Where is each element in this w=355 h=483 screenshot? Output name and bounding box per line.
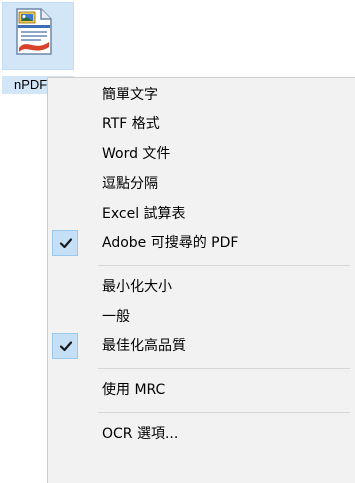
menu-item-searchable-pdf[interactable]: Adobe 可搜尋的 PDF — [50, 230, 354, 256]
menu-item-comma-separated[interactable]: 逗點分隔 — [50, 171, 354, 197]
menu-item-label: 最佳化高品質 — [102, 338, 186, 354]
menu-item-label: Excel 試算表 — [102, 206, 186, 222]
menu-item-label: 最小化大小 — [102, 279, 172, 295]
menu-item-rtf-format[interactable]: RTF 格式 — [50, 111, 354, 137]
menu-item-normal[interactable]: 一般 — [50, 304, 354, 330]
menu-item-label: Word 文件 — [102, 146, 171, 162]
context-menu: 簡單文字 RTF 格式 Word 文件 逗點分隔 Excel 試算表 Adobe… — [47, 77, 355, 483]
menu-item-minimize-size[interactable]: 最小化大小 — [50, 274, 354, 300]
menu-item-optimize-quality[interactable]: 最佳化高品質 — [50, 333, 354, 359]
checked-indicator — [52, 333, 78, 359]
menu-item-label: 簡單文字 — [102, 87, 158, 103]
menu-item-ocr-options[interactable]: OCR 選項... — [50, 421, 354, 447]
menu-separator — [98, 265, 350, 266]
menu-separator — [98, 412, 350, 413]
checkmark-icon — [59, 341, 73, 352]
checkmark-icon — [59, 238, 73, 249]
menu-item-label: 一般 — [102, 309, 130, 325]
menu-item-word-document[interactable]: Word 文件 — [50, 141, 354, 167]
menu-item-use-mrc[interactable]: 使用 MRC — [50, 377, 354, 403]
menu-item-label: 使用 MRC — [102, 382, 166, 398]
menu-item-label: OCR 選項... — [102, 426, 179, 442]
file-icon-selection — [2, 2, 74, 70]
menu-item-label: 逗點分隔 — [102, 176, 158, 192]
menu-item-label: Adobe 可搜尋的 PDF — [102, 235, 239, 251]
pdf-document-icon — [16, 8, 52, 55]
menu-item-excel-spreadsheet[interactable]: Excel 試算表 — [50, 201, 354, 227]
menu-item-plain-text[interactable]: 簡單文字 — [50, 82, 354, 108]
menu-separator — [98, 368, 350, 369]
desktop: nPDF 簡單文字 RTF 格式 Word 文件 逗點分隔 Excel 試算表 … — [0, 0, 355, 483]
menu-item-label: RTF 格式 — [102, 116, 160, 132]
checked-indicator — [52, 230, 78, 256]
